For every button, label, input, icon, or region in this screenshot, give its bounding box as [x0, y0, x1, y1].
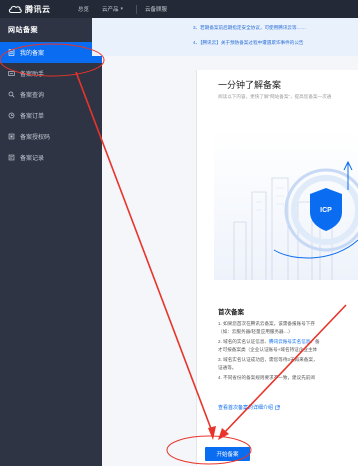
sidebar-item-label: 备案助手: [20, 72, 45, 78]
nav-overview[interactable]: 总览: [78, 5, 89, 13]
step-text: 1. 如果您首次在腾讯云备案，该需备报账号下存: [218, 321, 315, 326]
step-text: 才可按备案类（企业认证账号+域名持证企业主体: [218, 346, 318, 352]
key-icon: [8, 133, 15, 140]
step-1: 1. 如果您首次在腾讯云备案，该需备报账号下存: [218, 320, 358, 328]
sidebar-item-auth-code[interactable]: 备案授权码: [0, 126, 102, 147]
step-text: 、备: [310, 339, 320, 344]
sidebar-item-filing-orders[interactable]: 备案订单: [0, 105, 102, 126]
nav-cloud-products-label: 云产品: [102, 7, 119, 13]
logo-text: 腾讯云: [25, 4, 51, 14]
step-4: 4. 不同省份的备案规则要求不一致，建议先前阅: [218, 374, 358, 382]
step-text: 4. 不同省份的备案规则要求不一致，建议先前阅: [218, 375, 315, 380]
sidebar-title: 网站备案: [8, 27, 38, 34]
sidebar-item-label: 备案查询: [20, 93, 45, 99]
sidebar-item-filing-query[interactable]: 备案查询: [0, 84, 102, 105]
sidebar-item-label: 备案订单: [20, 114, 45, 120]
chevron-down-icon: ▾: [120, 6, 124, 12]
detail-link-label: 查看首次备案的详细介绍: [218, 405, 274, 411]
nav-divider: [136, 4, 138, 14]
search-icon: [8, 91, 15, 98]
external-link-icon: [275, 405, 280, 410]
assistant-icon: [8, 70, 15, 77]
sidebar-item-label: 备案记录: [20, 156, 45, 162]
start-filing-button[interactable]: 开始备案: [205, 447, 250, 461]
sidebar-item-filing-assistant[interactable]: 备案助手: [0, 63, 102, 84]
icp-label: ICP: [320, 207, 332, 214]
sidebar-item-label: 我的备案: [20, 51, 45, 57]
doc-icon: [8, 49, 15, 56]
notice-line-4: 4、【腾讯云】关于预防备案过程中遭遇欺诈事件的公告: [193, 40, 304, 45]
step-3: 3. 域名实名认证成功后，需您等待3天再来备案，: [218, 356, 358, 364]
first-filing-steps: 1. 如果您首次在腾讯云备案，该需备报账号下存 （如：云服务器/轻量应用服务器……: [218, 320, 358, 382]
top-navigation-bar: 腾讯云 总览 云产品 ▾ 云备顾服: [0, 0, 358, 18]
card-title: 一分钟了解备案: [218, 80, 282, 90]
notice-banner: 3、若期备案前后期指定安全协议，可使用腾讯云等…… 4、【腾讯云】关于预防备案过…: [92, 18, 358, 56]
step-text: 证通等。: [218, 364, 237, 370]
nav-cloud-service[interactable]: 云备顾服: [145, 5, 167, 13]
sidebar: 网站备案 我的备案 备案助手 备案查询 备案订单 备案授权码 备案记录: [0, 18, 102, 466]
step-1-cont: （如：云服务器/轻量应用服务器…）: [218, 328, 358, 336]
sidebar-item-filing-records[interactable]: 备案记录: [0, 147, 102, 168]
first-filing-title: 首次备案: [218, 309, 244, 316]
sidebar-item-my-filing[interactable]: 我的备案: [0, 42, 102, 63]
step-text: 2. 域名的实名认证信息、: [218, 339, 270, 344]
realname-info-link[interactable]: 腾讯云账号实名信息: [269, 339, 310, 344]
step-3-cont: 证通等。: [218, 364, 358, 372]
record-icon: [8, 154, 15, 161]
card-subtitle: 阅读以下内容，更快了解“网站备案”，提高您备案一次通: [218, 94, 332, 99]
nav-overview-label: 总览: [78, 7, 90, 13]
notice-line-3: 3、若期备案前后期指定安全协议，可使用腾讯云等……: [193, 25, 306, 30]
nav-cloud-products[interactable]: 云产品 ▾: [102, 5, 123, 13]
tencent-cloud-logo[interactable]: 腾讯云: [8, 4, 78, 15]
step-2-cont: 才可按备案类（企业认证账号+域名持证企业主体: [218, 346, 358, 354]
nav-cloud-service-label: 云备顾服: [145, 7, 168, 13]
icp-illustration: ICP: [214, 130, 358, 280]
step-2: 2. 域名的实名认证信息、腾讯云账号实名信息、备: [218, 338, 358, 346]
order-icon: [8, 112, 15, 119]
sidebar-item-label: 备案授权码: [20, 135, 51, 141]
step-text: （如：云服务器/轻量应用服务器…）: [218, 328, 293, 334]
step-text: 3. 域名实名认证成功后，需您等待3天再来备案，: [218, 357, 318, 362]
first-filing-detail-link[interactable]: 查看首次备案的详细介绍: [218, 404, 280, 411]
cloud-logo-icon: [8, 5, 22, 13]
